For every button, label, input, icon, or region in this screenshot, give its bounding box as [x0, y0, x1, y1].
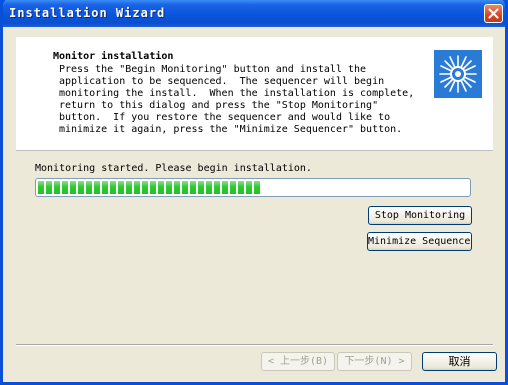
installation-wizard-window: Installation Wizard Monitor installation… [0, 0, 508, 385]
cancel-button[interactable]: 取消 [422, 352, 497, 371]
minimize-sequencer-button[interactable]: Minimize Sequencer [367, 232, 472, 251]
starburst-icon [434, 50, 482, 98]
close-button[interactable] [484, 4, 503, 23]
window-title: Installation Wizard [9, 6, 166, 20]
progress-fill [38, 181, 262, 194]
next-button[interactable]: 下一步(N) > [337, 352, 412, 371]
close-icon [488, 8, 499, 19]
header-description: Press the "Begin Monitoring" button and … [59, 64, 415, 135]
back-button[interactable]: < 上一步(B) [261, 352, 335, 371]
footer-divider [16, 344, 493, 346]
status-text: Monitoring started. Please begin install… [35, 163, 312, 174]
progress-bar [35, 178, 471, 197]
title-bar[interactable]: Installation Wizard [3, 0, 505, 27]
header-title: Monitor installation [53, 51, 174, 62]
header-panel: Monitor installation Press the "Begin Mo… [16, 37, 493, 151]
wizard-content: Monitor installation Press the "Begin Mo… [3, 27, 505, 382]
stop-monitoring-button[interactable]: Stop Monitoring [368, 206, 472, 225]
